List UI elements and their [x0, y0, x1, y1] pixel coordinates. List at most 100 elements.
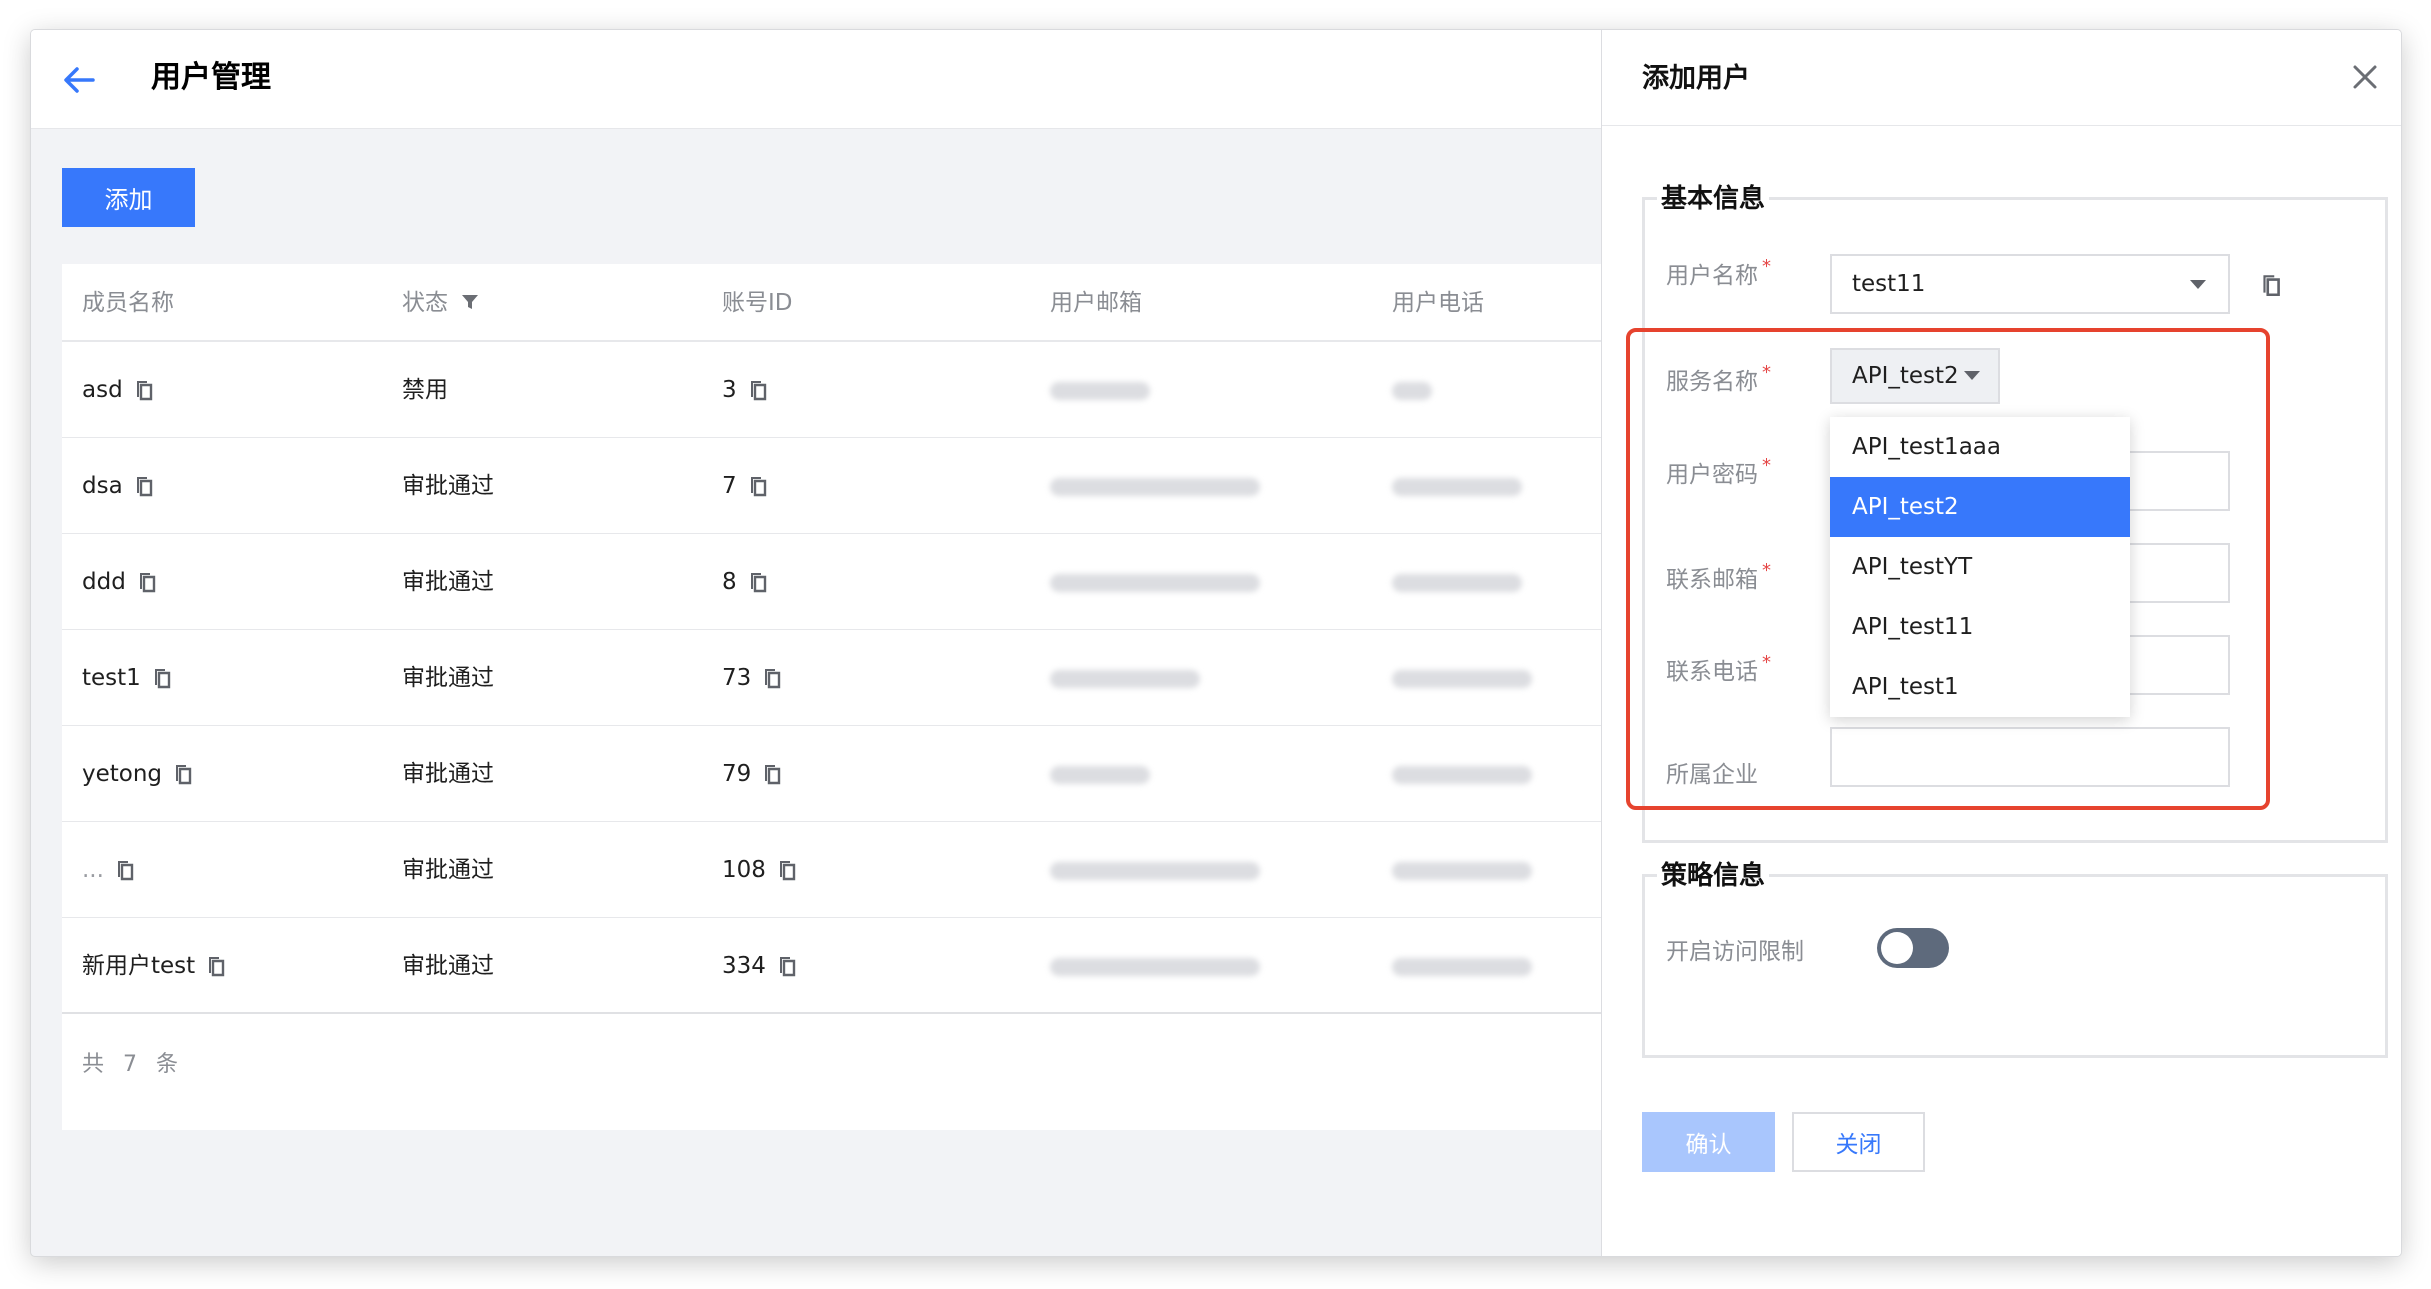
blurred-phone — [1392, 574, 1522, 592]
table-row: test1 审批通过 73 — [62, 630, 1601, 726]
add-user-button[interactable]: 添加 — [62, 168, 195, 227]
account-id: 8 — [722, 569, 737, 595]
toggle-knob — [1881, 932, 1913, 964]
blurred-phone — [1392, 862, 1532, 880]
copy-icon[interactable] — [761, 762, 783, 786]
member-name: ddd — [82, 569, 126, 595]
blurred-phone — [1392, 766, 1532, 784]
member-name: 新用户test — [82, 953, 196, 979]
add-user-drawer: 添加用户 基本信息 用户名称 * test11 服务名称 * API_test2 用… — [1601, 30, 2401, 1256]
filter-icon[interactable] — [461, 293, 479, 311]
company-label: 所属企业 — [1666, 762, 1758, 788]
service-option[interactable]: API_test1 — [1830, 657, 2130, 717]
account-id: 73 — [722, 665, 752, 691]
blurred-email — [1050, 574, 1260, 592]
chevron-down-icon — [1964, 371, 1980, 380]
blurred-phone — [1392, 958, 1532, 976]
column-header-member-name: 成员名称 — [82, 290, 174, 316]
service-option[interactable]: API_test1aaa — [1830, 417, 2130, 477]
close-icon[interactable] — [2347, 59, 2383, 95]
user-table: 成员名称 状态 账号ID 用户邮箱 用户电话 asd 禁用 3 dsa 审批通过… — [62, 264, 1601, 1130]
username-select[interactable]: test11 — [1830, 254, 2230, 314]
back-arrow-icon[interactable] — [59, 60, 99, 100]
member-name: asd — [82, 377, 123, 403]
member-name: ... — [82, 857, 104, 883]
account-id: 79 — [722, 761, 752, 787]
blurred-email — [1050, 382, 1150, 400]
policy-info-legend: 策略信息 — [1657, 855, 1770, 892]
account-id: 7 — [722, 473, 737, 499]
account-id: 3 — [722, 377, 737, 403]
copy-icon[interactable] — [761, 666, 783, 690]
copy-icon[interactable] — [114, 858, 136, 882]
status-text: 审批通过 — [402, 761, 494, 787]
blurred-email — [1050, 766, 1150, 784]
copy-icon[interactable] — [172, 762, 194, 786]
member-name: yetong — [82, 761, 163, 787]
blurred-phone — [1392, 670, 1532, 688]
status-text: 禁用 — [402, 377, 448, 403]
copy-icon[interactable] — [136, 570, 158, 594]
column-header-status-label: 状态 — [402, 290, 448, 316]
access-limit-label: 开启访问限制 — [1666, 939, 1804, 965]
close-button[interactable]: 关闭 — [1792, 1112, 1925, 1172]
page-title: 用户管理 — [151, 60, 271, 95]
drawer-title: 添加用户 — [1642, 63, 1750, 94]
phone-label: 联系电话 * — [1666, 652, 1771, 685]
service-name-value: API_test2 — [1852, 363, 1959, 389]
chevron-down-icon — [2190, 280, 2206, 289]
username-value: test11 — [1852, 271, 1926, 297]
total-count: 共 7 条 — [82, 1052, 184, 1077]
page-header: 用户管理 — [31, 30, 1601, 129]
service-name-dropdown: API_test1aaa API_test2 API_testYT API_te… — [1830, 417, 2130, 717]
copy-icon[interactable] — [205, 954, 227, 978]
copy-icon[interactable] — [133, 378, 155, 402]
copy-icon[interactable] — [776, 954, 798, 978]
copy-icon[interactable] — [747, 378, 769, 402]
member-name: dsa — [82, 473, 123, 499]
copy-icon[interactable] — [747, 474, 769, 498]
copy-icon[interactable] — [2259, 272, 2283, 298]
blurred-email — [1050, 670, 1200, 688]
service-name-label: 服务名称 * — [1666, 362, 1771, 395]
table-row: ddd 审批通过 8 — [62, 534, 1601, 630]
app-window: 用户管理 添加 成员名称 状态 账号ID 用户邮箱 用户电话 asd 禁用 3 … — [31, 30, 2401, 1256]
copy-icon[interactable] — [776, 858, 798, 882]
status-text: 审批通过 — [402, 473, 494, 499]
blurred-email — [1050, 958, 1260, 976]
column-header-status[interactable]: 状态 — [402, 288, 479, 318]
password-label: 用户密码 * — [1666, 455, 1771, 488]
service-option[interactable]: API_test11 — [1830, 597, 2130, 657]
username-label: 用户名称 * — [1666, 256, 1771, 289]
status-text: 审批通过 — [402, 953, 494, 979]
copy-icon[interactable] — [133, 474, 155, 498]
blurred-phone — [1392, 478, 1522, 496]
table-row: ... 审批通过 108 — [62, 822, 1601, 918]
basic-info-legend: 基本信息 — [1657, 178, 1770, 215]
company-field[interactable] — [1830, 727, 2230, 787]
email-label: 联系邮箱 * — [1666, 560, 1771, 593]
blurred-email — [1050, 862, 1260, 880]
service-option[interactable]: API_testYT — [1830, 537, 2130, 597]
copy-icon[interactable] — [151, 666, 173, 690]
status-text: 审批通过 — [402, 857, 494, 883]
account-id: 108 — [722, 857, 766, 883]
service-name-select[interactable]: API_test2 — [1830, 348, 2000, 404]
access-limit-toggle[interactable] — [1877, 928, 1949, 968]
service-option-selected[interactable]: API_test2 — [1830, 477, 2130, 537]
member-name: test1 — [82, 665, 141, 691]
table-row: asd 禁用 3 — [62, 342, 1601, 438]
column-header-phone: 用户电话 — [1392, 290, 1484, 316]
column-header-account-id: 账号ID — [722, 290, 793, 316]
status-text: 审批通过 — [402, 569, 494, 595]
copy-icon[interactable] — [747, 570, 769, 594]
table-row: 新用户test 审批通过 334 — [62, 918, 1601, 1014]
policy-info-section: 策略信息 — [1642, 855, 2388, 1058]
status-text: 审批通过 — [402, 665, 494, 691]
drawer-header: 添加用户 — [1602, 30, 2401, 126]
table-row: yetong 审批通过 79 — [62, 726, 1601, 822]
blurred-email — [1050, 478, 1260, 496]
blurred-phone — [1392, 382, 1432, 400]
confirm-button[interactable]: 确认 — [1642, 1112, 1775, 1172]
table-row: dsa 审批通过 7 — [62, 438, 1601, 534]
